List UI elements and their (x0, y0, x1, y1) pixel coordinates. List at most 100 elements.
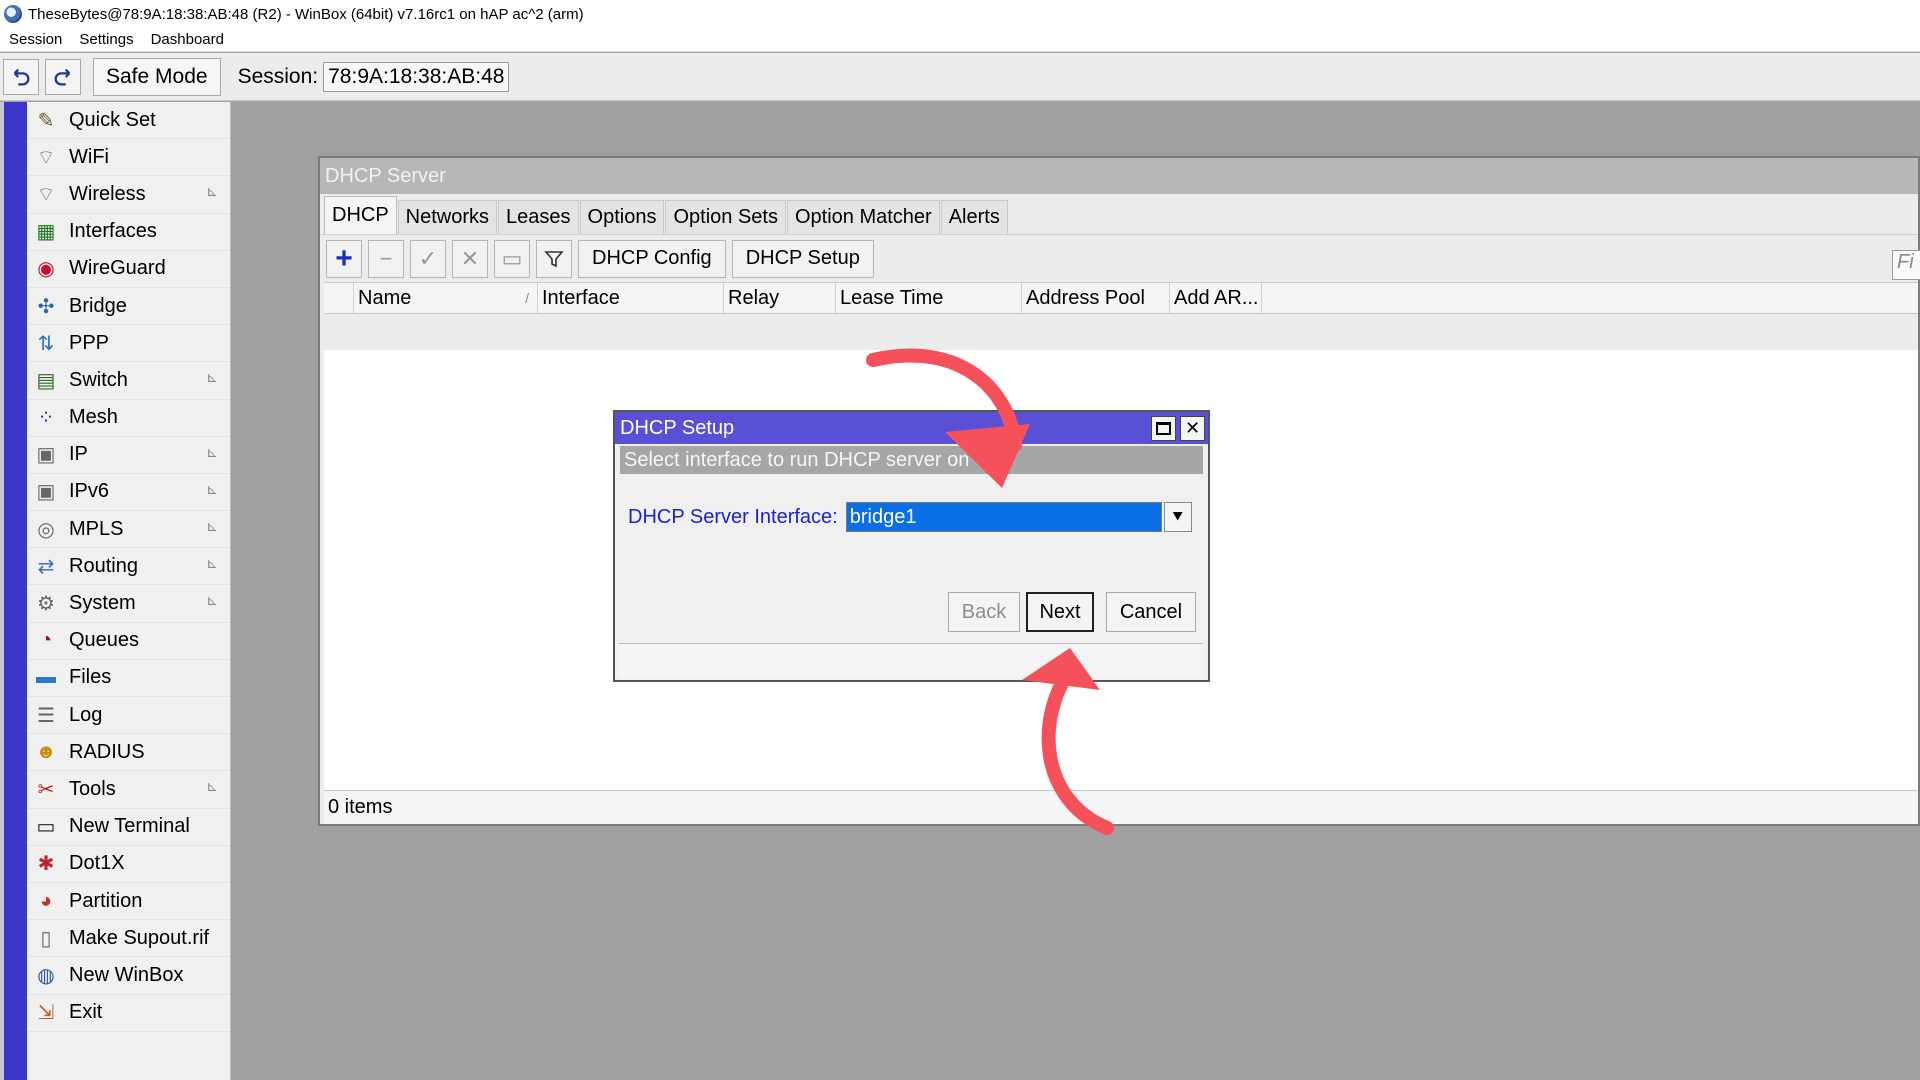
interface-field-row: DHCP Server Interface: bridge1 ⯆ (628, 502, 1192, 532)
sidebar-item-log[interactable]: ☰ Log (27, 697, 230, 735)
tab-dhcp[interactable]: DHCP (324, 196, 397, 234)
sidebar-item-wireguard[interactable]: ◉ WireGuard (27, 251, 230, 288)
menu-dashboard[interactable]: Dashboard (142, 31, 232, 48)
sidebar-item-dot1x[interactable]: ✱ Dot1X (27, 846, 230, 883)
enable-button[interactable]: ✓ (410, 239, 446, 278)
sidebar-item-label: New WinBox (69, 963, 184, 986)
sidebar-item-label: Tools (69, 777, 116, 800)
sidebar-edge (0, 102, 4, 1080)
menu-settings[interactable]: Settings (70, 31, 141, 48)
document-icon: ▯ (40, 927, 52, 950)
column-interface[interactable]: Interface (538, 283, 724, 313)
remove-button[interactable]: − (368, 239, 404, 278)
next-button[interactable]: Next (1026, 592, 1094, 632)
item-count: 0 items (328, 796, 393, 818)
sidebar-item-new-terminal[interactable]: ▭ New Terminal (27, 809, 230, 846)
sidebar-item-partition[interactable]: ◕ Partition (27, 883, 230, 921)
sidebar-item-interfaces[interactable]: ▦ Interfaces (27, 214, 230, 251)
cancel-button[interactable]: Cancel (1106, 592, 1196, 632)
sidebar-item-mesh[interactable]: ⁘ Mesh (27, 400, 230, 437)
sidebar-item-queues[interactable]: ◔ Queues (27, 623, 230, 660)
routing-icon: ⇄ (37, 555, 55, 578)
sidebar-item-label: WireGuard (69, 257, 166, 280)
plus-icon: + (335, 241, 353, 275)
terminal-icon: ▭ (36, 816, 56, 839)
submenu-arrow-icon: ⊾ (206, 518, 218, 535)
sidebar-item-system[interactable]: ⚙ System ⊾ (27, 585, 230, 623)
sidebar-item-radius[interactable]: ☻ RADIUS (27, 734, 230, 772)
menu-session[interactable]: Session (0, 31, 70, 48)
sidebar-item-label: WiFi (69, 145, 109, 168)
mesh-icon: ⁘ (37, 407, 55, 430)
interface-select[interactable]: bridge1 (845, 502, 1162, 532)
title-bar: TheseBytes@78:9A:18:38:AB:48 (R2) - WinB… (0, 0, 1920, 28)
submenu-arrow-icon: ⊾ (206, 778, 218, 795)
log-icon: ☰ (37, 704, 55, 727)
sidebar-item-new-winbox[interactable]: ◍ New WinBox (27, 957, 230, 995)
sidebar-item-ppp[interactable]: ⇅ PPP (27, 325, 230, 363)
close-button[interactable]: ✕ (1180, 416, 1205, 441)
sidebar-item-quick-set[interactable]: ✎ Quick Set (27, 102, 230, 140)
redo-button[interactable] (45, 58, 81, 95)
dhcp-config-button[interactable]: DHCP Config (578, 239, 726, 278)
column-selector[interactable] (324, 283, 354, 313)
sidebar-item-routing[interactable]: ⇄ Routing ⊾ (27, 548, 230, 586)
column-address-pool[interactable]: Address Pool (1022, 283, 1170, 313)
column-name[interactable]: Name / (354, 283, 538, 313)
dialog-status-area (618, 643, 1203, 677)
sidebar-item-label: Switch (69, 368, 128, 391)
disable-button[interactable]: ✕ (452, 239, 488, 278)
sidebar-item-switch[interactable]: ▤ Switch ⊾ (27, 362, 230, 400)
tab-option-matcher[interactable]: Option Matcher (786, 200, 940, 234)
find-input[interactable]: Fi (1892, 250, 1920, 280)
dropdown-arrow-icon: ⯆ (1170, 506, 1185, 527)
sidebar-item-make-supout-rif[interactable]: ▯ Make Supout.rif (27, 920, 230, 958)
sidebar-item-bridge[interactable]: ✣ Bridge (27, 288, 230, 326)
comment-icon: ▭ (501, 245, 523, 271)
close-icon: ✕ (1184, 418, 1201, 438)
status-bar: 0 items (324, 790, 1918, 824)
sidebar-item-label: Files (69, 666, 112, 689)
sidebar-item-wifi[interactable]: ⌔ WiFi (27, 139, 230, 177)
filter-button[interactable] (536, 239, 572, 278)
comment-button[interactable]: ▭ (494, 239, 530, 278)
dhcp-setup-title-bar[interactable]: DHCP Setup ✕ (615, 412, 1208, 444)
maximize-button[interactable] (1151, 416, 1176, 441)
sidebar-item-ipv6[interactable]: ▣ IPv6 ⊾ (27, 474, 230, 512)
tab-option-sets[interactable]: Option Sets (665, 200, 786, 234)
sidebar-item-label: Quick Set (69, 108, 156, 131)
sidebar-item-wireless[interactable]: ⌔ Wireless ⊾ (27, 176, 230, 214)
interface-dropdown-button[interactable]: ⯆ (1163, 502, 1192, 532)
wireguard-icon: ◉ (37, 258, 55, 281)
sidebar-item-ip[interactable]: ▣ IP ⊾ (27, 437, 230, 474)
column-relay[interactable]: Relay (724, 283, 836, 313)
sidebar-item-label: Exit (69, 1001, 103, 1024)
network-card-icon: ▦ (36, 221, 56, 244)
session-field[interactable]: 78:9A:18:38:AB:48 (323, 61, 510, 92)
switch-icon: ▤ (36, 369, 56, 392)
safe-mode-button[interactable]: Safe Mode (93, 57, 221, 96)
sidebar-item-files[interactable]: ▬ Files (27, 660, 230, 697)
back-button[interactable]: Back (948, 592, 1020, 632)
sidebar-item-mpls[interactable]: ◎ MPLS ⊾ (27, 511, 230, 549)
dhcp-setup-dialog: DHCP Setup ✕ Select interface to run DHC… (613, 410, 1210, 682)
tab-leases[interactable]: Leases (498, 200, 579, 234)
interface-field-label: DHCP Server Interface: (628, 505, 838, 528)
sidebar-item-label: IPv6 (69, 480, 110, 503)
winbox-app-icon (4, 5, 22, 23)
ipv6-icon: ▣ (36, 481, 56, 504)
window-title: TheseBytes@78:9A:18:38:AB:48 (R2) - WinB… (28, 5, 584, 23)
tools-icon: ✂ (37, 778, 55, 801)
dhcp-setup-button[interactable]: DHCP Setup (731, 239, 874, 278)
undo-button[interactable] (3, 58, 39, 95)
column-add-arp[interactable]: Add AR... (1170, 283, 1262, 313)
tab-options[interactable]: Options (579, 200, 665, 234)
wifi-antenna-icon: ⌔ (36, 146, 56, 169)
sidebar-item-tools[interactable]: ✂ Tools ⊾ (27, 771, 230, 809)
dhcp-server-window-title[interactable]: DHCP Server (320, 158, 1918, 194)
add-button[interactable]: + (326, 239, 362, 278)
tab-networks[interactable]: Networks (397, 200, 498, 234)
tab-alerts[interactable]: Alerts (940, 200, 1008, 234)
column-lease-time[interactable]: Lease Time (836, 283, 1022, 313)
sidebar-item-exit[interactable]: ⇲ Exit (27, 995, 230, 1032)
